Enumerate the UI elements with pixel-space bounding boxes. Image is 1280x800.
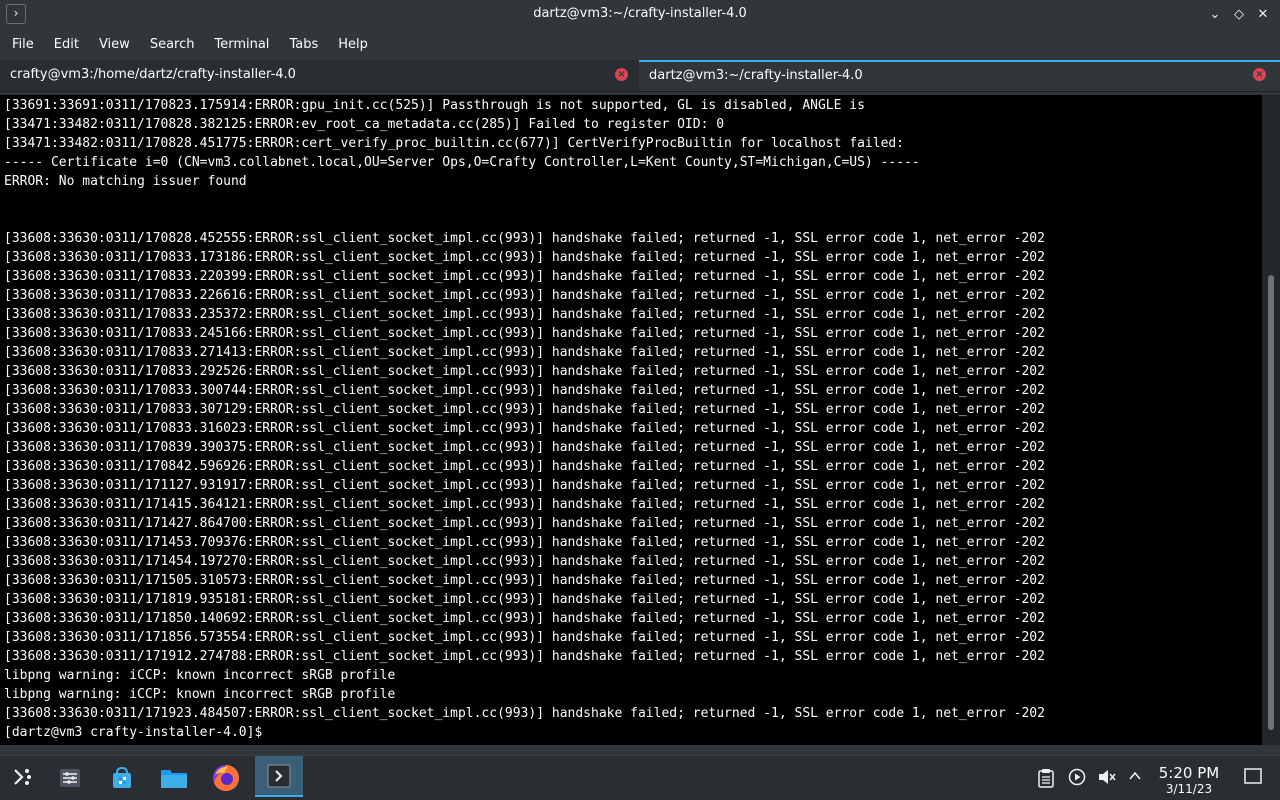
tab-label: dartz@vm3:~/crafty-installer-4.0: [649, 68, 863, 83]
terminal-line: [33691:33691:0311/170823.175914:ERROR:gp…: [4, 98, 865, 113]
clock[interactable]: 5:20 PM 3/11/23: [1150, 765, 1228, 797]
menu-edit[interactable]: Edit: [44, 30, 89, 60]
menu-view[interactable]: View: [89, 30, 140, 60]
terminal-line: [33608:33630:0311/171856.573554:ERROR:ss…: [4, 630, 1045, 645]
terminal-line: [33608:33630:0311/170839.390375:ERROR:ss…: [4, 440, 1045, 455]
tab-label: crafty@vm3:/home/dartz/crafty-installer-…: [10, 67, 296, 82]
terminal-line: [33608:33630:0311/171453.709376:ERROR:ss…: [4, 535, 1045, 550]
terminal-line: [33608:33630:0311/170833.271413:ERROR:ss…: [4, 345, 1045, 360]
menu-terminal[interactable]: Terminal: [204, 30, 279, 60]
window-titlebar: › dartz@vm3:~/crafty-installer-4.0 ⌄ ◇ ✕: [0, 0, 1280, 30]
menu-bar: File Edit View Search Terminal Tabs Help: [0, 30, 1280, 60]
show-desktop-icon[interactable]: [1243, 768, 1263, 788]
clock-date: 3/11/23: [1165, 782, 1213, 796]
tab-dartz[interactable]: dartz@vm3:~/crafty-installer-4.0 ×: [639, 60, 1280, 91]
terminal-line: [33608:33630:0311/170833.173186:ERROR:ss…: [4, 250, 1045, 265]
terminal-line: [33608:33630:0311/170833.316023:ERROR:ss…: [4, 421, 1045, 436]
system-settings-icon[interactable]: [52, 760, 88, 796]
terminal-lines: [33691:33691:0311/170823.175914:ERROR:gp…: [0, 95, 1262, 742]
tab-crafty[interactable]: crafty@vm3:/home/dartz/crafty-installer-…: [0, 60, 638, 91]
close-tab-icon[interactable]: ×: [1253, 68, 1266, 81]
maximize-button[interactable]: ◇: [1230, 6, 1248, 24]
terminal-line: libpng warning: iCCP: known incorrect sR…: [4, 687, 396, 702]
firefox-icon[interactable]: [208, 760, 244, 796]
terminal-line: [33608:33630:0311/171819.935181:ERROR:ss…: [4, 592, 1045, 607]
scrollbar-thumb[interactable]: [1268, 275, 1274, 730]
terminal-line: [33608:33630:0311/171850.140692:ERROR:ss…: [4, 611, 1045, 626]
terminal-line: ERROR: No matching issuer found: [4, 174, 247, 189]
taskbar: 5:20 PM 3/11/23: [0, 755, 1280, 800]
terminal-line: [33608:33630:0311/171923.484507:ERROR:ss…: [4, 706, 1045, 721]
terminal-line: [33608:33630:0311/170842.596926:ERROR:ss…: [4, 459, 1045, 474]
close-window-button[interactable]: ✕: [1254, 6, 1272, 24]
media-player-icon[interactable]: [1067, 768, 1087, 788]
menu-file[interactable]: File: [2, 30, 44, 60]
menu-tabs[interactable]: Tabs: [279, 30, 328, 60]
chevron-up-icon[interactable]: [1125, 768, 1145, 788]
terminal-line: [33608:33630:0311/171454.197270:ERROR:ss…: [4, 554, 1045, 569]
menu-help[interactable]: Help: [328, 30, 378, 60]
terminal-line: [33471:33482:0311/170828.451775:ERROR:ce…: [4, 136, 905, 151]
terminal-line: [33608:33630:0311/171505.310573:ERROR:ss…: [4, 573, 1045, 588]
menu-search[interactable]: Search: [140, 30, 205, 60]
terminal-line: libpng warning: iCCP: known incorrect sR…: [4, 668, 396, 683]
terminal-line: ----- Certificate i=0 (CN=vm3.collabnet.…: [4, 155, 920, 170]
tab-bar: crafty@vm3:/home/dartz/crafty-installer-…: [0, 60, 1280, 92]
app-launcher-icon[interactable]: [4, 760, 40, 796]
terminal-line: [33608:33630:0311/171127.931917:ERROR:ss…: [4, 478, 1045, 493]
terminal-line: [33608:33630:0311/171415.364121:ERROR:ss…: [4, 497, 1045, 512]
clipboard-icon[interactable]: [1036, 768, 1056, 788]
terminal-line: [33608:33630:0311/170833.226616:ERROR:ss…: [4, 288, 1045, 303]
terminal-scrollbar[interactable]: [1262, 95, 1280, 745]
close-tab-icon[interactable]: ×: [615, 68, 628, 81]
terminal-line: [33608:33630:0311/170833.300744:ERROR:ss…: [4, 383, 1045, 398]
terminal-line: [33608:33630:0311/171912.274788:ERROR:ss…: [4, 649, 1045, 664]
discover-store-icon[interactable]: [104, 760, 140, 796]
window-title: dartz@vm3:~/crafty-installer-4.0: [533, 6, 747, 21]
terminal-line: [33608:33630:0311/170828.452555:ERROR:ss…: [4, 231, 1045, 246]
terminal-prompt: [dartz@vm3 crafty-installer-4.0]$: [4, 725, 263, 740]
terminal-line: [33608:33630:0311/170833.245166:ERROR:ss…: [4, 326, 1045, 341]
file-manager-icon[interactable]: [156, 760, 192, 796]
terminal-line: [33471:33482:0311/170828.382125:ERROR:ev…: [4, 117, 725, 132]
terminal-line: [33608:33630:0311/171427.864700:ERROR:ss…: [4, 516, 1045, 531]
konsole-taskbar-icon[interactable]: [255, 756, 303, 797]
terminal-line: [33608:33630:0311/170833.235372:ERROR:ss…: [4, 307, 1045, 322]
minimize-button[interactable]: ⌄: [1206, 6, 1224, 24]
clock-time: 5:20 PM: [1158, 764, 1220, 782]
terminal-line: [33608:33630:0311/170833.307129:ERROR:ss…: [4, 402, 1045, 417]
terminal-output[interactable]: [33691:33691:0311/170823.175914:ERROR:gp…: [0, 95, 1262, 745]
terminal-line: [33608:33630:0311/170833.220399:ERROR:ss…: [4, 269, 1045, 284]
terminal-line: [33608:33630:0311/170833.292526:ERROR:ss…: [4, 364, 1045, 379]
volume-muted-icon[interactable]: [1097, 768, 1117, 788]
